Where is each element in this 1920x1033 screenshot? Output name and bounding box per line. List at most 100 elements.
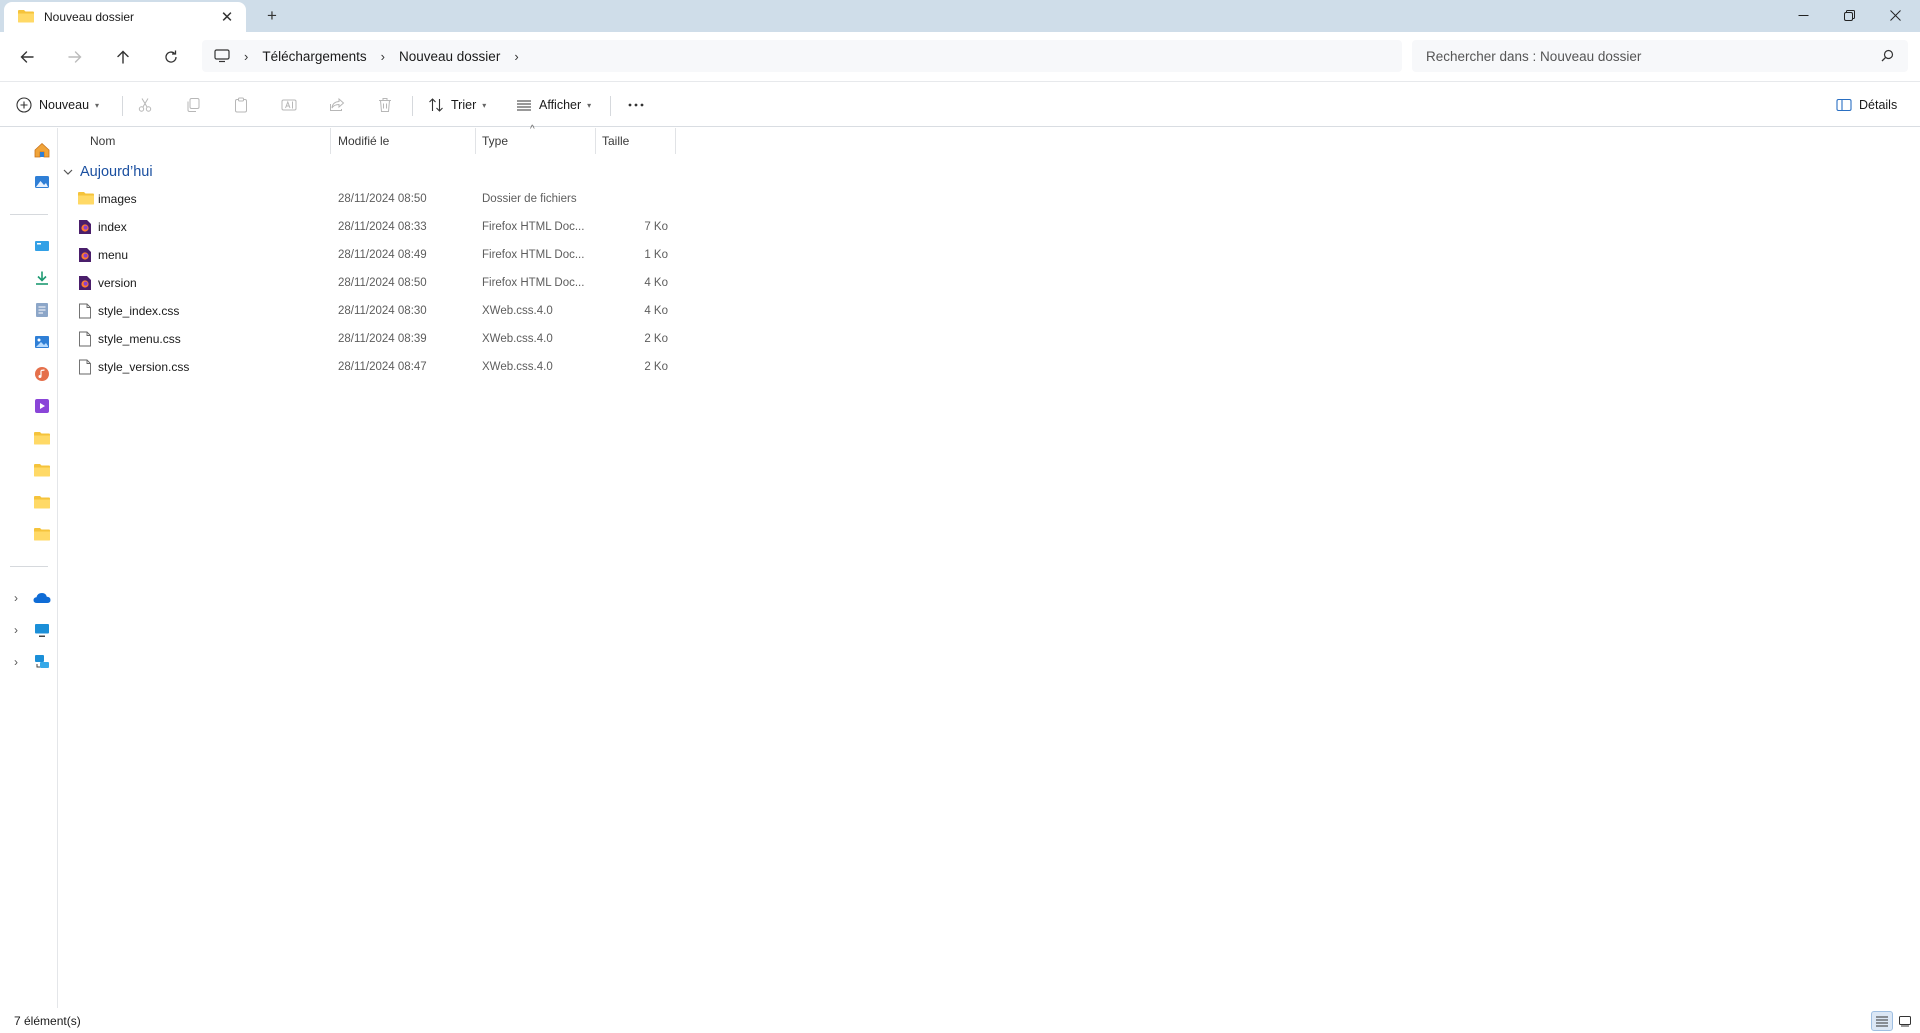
- desktop-icon[interactable]: [32, 236, 52, 256]
- toolbar-divider: [610, 96, 611, 116]
- copy-icon: [187, 98, 200, 112]
- back-button[interactable]: [12, 42, 42, 72]
- folder-icon[interactable]: [32, 524, 52, 544]
- file-size: 4 Ko: [644, 277, 668, 289]
- network-icon[interactable]: [32, 652, 52, 672]
- paste-button[interactable]: [233, 90, 249, 120]
- column-header-name[interactable]: Nom: [90, 128, 115, 154]
- sidebar-divider: [10, 566, 48, 567]
- item-count: 7 élément(s): [14, 1014, 81, 1028]
- file-size: 1 Ko: [644, 249, 668, 261]
- column-separator[interactable]: [595, 128, 596, 154]
- new-button-label: Nouveau: [39, 98, 90, 112]
- folder-icon: [18, 9, 34, 26]
- file-row[interactable]: images 28/11/2024 08:50 Dossier de fichi…: [62, 185, 676, 213]
- file-row[interactable]: style_index.css 28/11/2024 08:30 XWeb.cs…: [62, 297, 676, 325]
- forward-button[interactable]: [60, 42, 90, 72]
- group-label: Aujourd’hui: [80, 164, 153, 180]
- rename-button[interactable]: [281, 90, 297, 120]
- toolbar-divider: [122, 96, 123, 116]
- file-size: 7 Ko: [644, 221, 668, 233]
- arrow-right-icon: [68, 51, 82, 63]
- close-tab-icon[interactable]: ✕: [218, 8, 236, 26]
- file-modified: 28/11/2024 08:50: [338, 193, 427, 205]
- rename-icon: [281, 99, 297, 111]
- search-input[interactable]: [1426, 48, 1866, 64]
- address-row: › Téléchargements › Nouveau dossier ›: [0, 32, 1920, 80]
- trash-icon: [379, 98, 391, 112]
- minimize-icon[interactable]: [1780, 0, 1826, 30]
- file-row[interactable]: menu 28/11/2024 08:49 Firefox HTML Doc..…: [62, 241, 676, 269]
- file-name: style_index.css: [98, 304, 180, 318]
- group-header-today[interactable]: Aujourd’hui: [62, 162, 153, 182]
- column-header-type[interactable]: Type: [482, 128, 508, 154]
- file-type: Firefox HTML Doc...: [482, 277, 585, 289]
- chevron-down-icon: ▾: [95, 100, 100, 110]
- chevron-right-icon[interactable]: ›: [514, 49, 518, 64]
- breadcrumb-nouveau-dossier[interactable]: Nouveau dossier: [399, 49, 500, 64]
- chevron-right-icon[interactable]: ›: [10, 654, 22, 670]
- folder-icon[interactable]: [32, 492, 52, 512]
- details-pane-label: Détails: [1859, 98, 1898, 112]
- close-window-icon[interactable]: [1872, 0, 1918, 30]
- file-row[interactable]: version 28/11/2024 08:50 Firefox HTML Do…: [62, 269, 676, 297]
- chevron-right-icon[interactable]: ›: [10, 590, 22, 606]
- home-icon[interactable]: [32, 140, 52, 160]
- file-type: XWeb.css.4.0: [482, 333, 553, 345]
- file-row[interactable]: index 28/11/2024 08:33 Firefox HTML Doc.…: [62, 213, 676, 241]
- view-list-icon: [517, 100, 531, 111]
- breadcrumb-telechargements[interactable]: Téléchargements: [262, 49, 366, 64]
- column-separator[interactable]: [475, 128, 476, 154]
- chevron-down-icon: ▾: [482, 100, 487, 110]
- onedrive-icon[interactable]: [32, 588, 52, 608]
- chevron-down-icon: ▾: [587, 100, 592, 110]
- up-button[interactable]: [108, 42, 138, 72]
- firefox-html-icon: [78, 247, 94, 263]
- pictures-icon[interactable]: [32, 332, 52, 352]
- folder-icon[interactable]: [32, 460, 52, 480]
- view-button[interactable]: Afficher ▾: [516, 90, 591, 120]
- plus-icon[interactable]: +: [262, 6, 282, 26]
- tab-nouveau-dossier[interactable]: Nouveau dossier ✕: [4, 2, 246, 32]
- search-icon[interactable]: [1881, 49, 1894, 65]
- details-view-button[interactable]: [1871, 1011, 1893, 1031]
- documents-icon[interactable]: [32, 300, 52, 320]
- file-row[interactable]: style_menu.css 28/11/2024 08:39 XWeb.css…: [62, 325, 676, 353]
- details-view-icon: [1876, 1016, 1888, 1027]
- videos-icon[interactable]: [32, 396, 52, 416]
- command-bar: Nouveau ▾ Trier ▾ Afficher ▾ Détails: [0, 81, 1920, 127]
- file-size: 2 Ko: [644, 361, 668, 373]
- sort-button[interactable]: Trier ▾: [428, 90, 486, 120]
- column-separator[interactable]: [675, 128, 676, 154]
- tiles-view-button[interactable]: [1894, 1011, 1916, 1031]
- gallery-icon[interactable]: [32, 172, 52, 192]
- more-options-button[interactable]: [626, 90, 646, 120]
- file-size: 4 Ko: [644, 305, 668, 317]
- share-button[interactable]: [329, 90, 345, 120]
- file-row[interactable]: style_version.css 28/11/2024 08:47 XWeb.…: [62, 353, 676, 381]
- navigation-pane: › › ›: [0, 128, 58, 1008]
- chevron-right-icon[interactable]: ›: [10, 622, 22, 638]
- search-box[interactable]: [1412, 40, 1908, 72]
- details-pane-button[interactable]: Détails: [1836, 90, 1897, 120]
- status-bar: 7 élément(s): [0, 1008, 1920, 1033]
- new-button[interactable]: Nouveau ▾: [16, 90, 99, 120]
- music-icon[interactable]: [32, 364, 52, 384]
- address-bar[interactable]: › Téléchargements › Nouveau dossier ›: [202, 40, 1402, 72]
- plus-circle-icon: [16, 97, 32, 113]
- file-name: style_version.css: [98, 360, 190, 374]
- arrow-up-icon: [117, 50, 129, 64]
- folder-icon[interactable]: [32, 428, 52, 448]
- file-type: Firefox HTML Doc...: [482, 249, 585, 261]
- share-icon: [330, 97, 345, 111]
- column-separator[interactable]: [330, 128, 331, 154]
- downloads-icon[interactable]: [32, 268, 52, 288]
- column-header-modified[interactable]: Modifié le: [338, 128, 389, 154]
- refresh-button[interactable]: [156, 42, 186, 72]
- cut-button[interactable]: [137, 90, 153, 120]
- column-header-size[interactable]: Taille: [602, 128, 629, 154]
- copy-button[interactable]: [185, 90, 201, 120]
- delete-button[interactable]: [377, 90, 393, 120]
- this-pc-icon[interactable]: [32, 620, 52, 640]
- restore-icon[interactable]: [1826, 0, 1872, 30]
